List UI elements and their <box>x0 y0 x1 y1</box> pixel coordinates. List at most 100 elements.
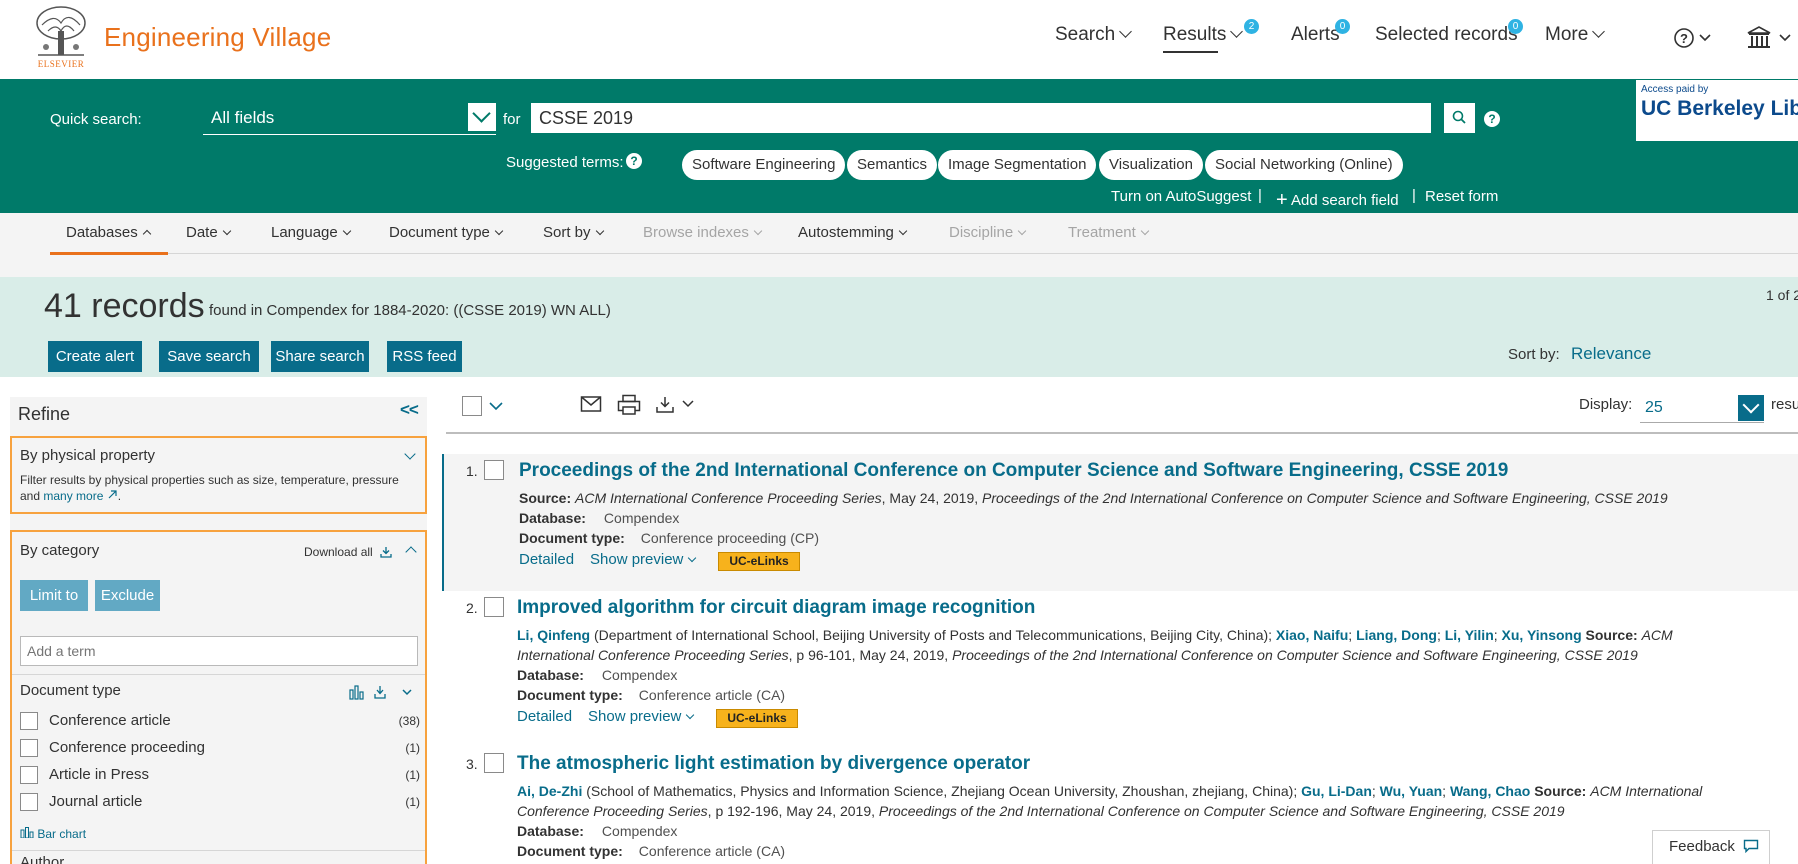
tab-autostemming-label: Autostemming <box>798 224 894 241</box>
author-link[interactable]: Li, Yilin <box>1445 627 1494 643</box>
collapse-sidebar-button[interactable]: << <box>400 400 419 420</box>
suggested-term-chip[interactable]: Software Engineering <box>682 150 846 180</box>
result-checkbox[interactable] <box>484 460 504 480</box>
suggested-term-chip[interactable]: Visualization <box>1099 150 1203 180</box>
result-title-link[interactable]: The atmospheric light estimation by dive… <box>517 753 1030 775</box>
result-title-link[interactable]: Improved algorithm for circuit diagram i… <box>517 597 1035 619</box>
help-menu[interactable]: ? <box>1674 27 1714 54</box>
bar-chart-icon[interactable] <box>349 684 415 700</box>
facet-item[interactable]: Conference proceeding (1) <box>20 737 420 759</box>
quick-search-label: Quick search: <box>50 111 142 128</box>
result-source: International Conference Proceeding Seri… <box>517 647 1638 663</box>
save-search-button[interactable]: Save search <box>159 341 259 372</box>
tab-autostemming[interactable]: Autostemming <box>798 224 908 241</box>
download-all-link[interactable]: Download all <box>304 544 393 559</box>
chevron-down-icon[interactable] <box>1738 395 1764 421</box>
tab-sort-by[interactable]: Sort by <box>543 224 604 241</box>
add-term-input[interactable] <box>20 636 418 666</box>
nav-selected-records[interactable]: Selected records <box>1375 24 1518 46</box>
display-count-select[interactable]: 25 <box>1640 393 1764 423</box>
author-link[interactable]: Ai, De-Zhi <box>517 783 582 799</box>
author-link[interactable]: Xiao, Naifu <box>1276 627 1348 643</box>
print-icon[interactable] <box>617 394 641 416</box>
source-series: ACM International <box>1590 783 1703 799</box>
create-alert-button[interactable]: Create alert <box>48 341 142 372</box>
suggested-term-chip[interactable]: Semantics <box>847 150 938 180</box>
result-checkbox[interactable] <box>484 597 504 617</box>
rss-feed-button[interactable]: RSS feed <box>387 341 462 372</box>
display-label: Display: <box>1579 396 1633 413</box>
engineering-village-brand[interactable]: Engineering Village <box>104 22 331 53</box>
many-more-link[interactable]: many more <box>43 489 117 503</box>
result-title-link[interactable]: Proceedings of the 2nd International Con… <box>519 460 1508 482</box>
display-count-value: 25 <box>1645 399 1663 416</box>
tab-databases[interactable]: Databases <box>66 224 151 241</box>
search-input[interactable] <box>531 103 1431 133</box>
search-help-icon[interactable]: ? <box>1484 111 1500 127</box>
author-facet-title[interactable]: Author <box>20 854 64 864</box>
show-preview-toggle[interactable]: Show preview <box>590 551 697 568</box>
author-link[interactable]: Xu, Yinsong <box>1502 627 1582 643</box>
facet-item[interactable]: Article in Press (1) <box>20 764 420 786</box>
detailed-link[interactable]: Detailed <box>519 551 574 568</box>
download-icon[interactable] <box>655 395 699 415</box>
author-link[interactable]: Wu, Yuan <box>1380 783 1443 799</box>
chevron-down-icon[interactable] <box>488 401 504 411</box>
tab-language-label: Language <box>271 224 338 241</box>
select-all-checkbox[interactable] <box>462 396 482 416</box>
email-icon[interactable] <box>580 395 602 413</box>
records-found-text: found in Compendex for 1884-2020: ((CSSE… <box>209 302 611 319</box>
facet-checkbox[interactable] <box>20 766 38 784</box>
facet-checkbox[interactable] <box>20 793 38 811</box>
reset-form-link[interactable]: Reset form <box>1425 188 1498 205</box>
nav-alerts[interactable]: Alerts <box>1291 24 1340 46</box>
chevron-up-icon[interactable] <box>405 546 417 558</box>
document-type-facet-title[interactable]: Document type <box>20 682 121 699</box>
author-link[interactable]: Wang, Chao <box>1450 783 1530 799</box>
search-field-select[interactable]: All fields <box>203 99 496 135</box>
many-more-label: many more <box>43 489 104 503</box>
show-preview-toggle[interactable]: Show preview <box>588 708 695 725</box>
author-link[interactable]: Liang, Dong <box>1356 627 1437 643</box>
nav-more[interactable]: More <box>1545 24 1606 46</box>
nav-results[interactable]: Results <box>1163 24 1244 46</box>
share-search-button[interactable]: Share search <box>271 341 369 372</box>
sort-by-select[interactable]: Relevance <box>1571 344 1651 364</box>
facet-checkbox[interactable] <box>20 739 38 757</box>
external-link-icon <box>108 490 117 499</box>
feedback-button[interactable]: Feedback <box>1652 830 1770 864</box>
category-title: By category <box>20 542 100 559</box>
physical-property-title[interactable]: By physical property <box>20 447 155 464</box>
author-link[interactable]: Gu, Li-Dan <box>1301 783 1372 799</box>
chevron-down-icon[interactable] <box>404 448 416 460</box>
suggested-term-chip[interactable]: Social Networking (Online) <box>1205 150 1403 180</box>
author-link[interactable]: Li, Qinfeng <box>517 627 590 643</box>
detailed-link[interactable]: Detailed <box>517 708 572 725</box>
tab-document-type[interactable]: Document type <box>389 224 504 241</box>
search-button[interactable] <box>1444 103 1475 133</box>
autosuggest-toggle[interactable]: Turn on AutoSuggest <box>1111 188 1251 205</box>
facet-item[interactable]: Conference article (38) <box>20 710 420 732</box>
bar-chart-link[interactable]: Bar chart <box>20 827 86 841</box>
facet-checkbox[interactable] <box>20 712 38 730</box>
database-label: Database: <box>517 823 584 839</box>
chevron-down-icon[interactable] <box>468 103 496 131</box>
divider <box>12 674 425 675</box>
for-label: for <box>503 111 521 128</box>
tab-date[interactable]: Date <box>186 224 231 241</box>
result-checkbox[interactable] <box>484 753 504 773</box>
limit-to-button[interactable]: Limit to <box>20 580 88 611</box>
elsevier-logo[interactable]: ELSEVIER <box>30 5 92 71</box>
institution-menu[interactable] <box>1746 25 1798 56</box>
uc-elinks-button[interactable]: UC-eLinks <box>716 709 798 728</box>
suggested-term-chip[interactable]: Image Segmentation <box>938 150 1097 180</box>
exclude-button[interactable]: Exclude <box>95 580 160 611</box>
suggested-help-icon[interactable]: ? <box>626 153 642 169</box>
facet-item[interactable]: Journal article (1) <box>20 791 420 813</box>
database-value: Compendex <box>603 510 680 526</box>
nav-search[interactable]: Search <box>1055 24 1133 46</box>
tab-language[interactable]: Language <box>271 224 351 241</box>
source-series-cont: International Conference Proceeding Seri… <box>517 647 789 663</box>
uc-elinks-button[interactable]: UC-eLinks <box>718 552 800 571</box>
add-search-field-link[interactable]: + Add search field <box>1276 188 1399 211</box>
